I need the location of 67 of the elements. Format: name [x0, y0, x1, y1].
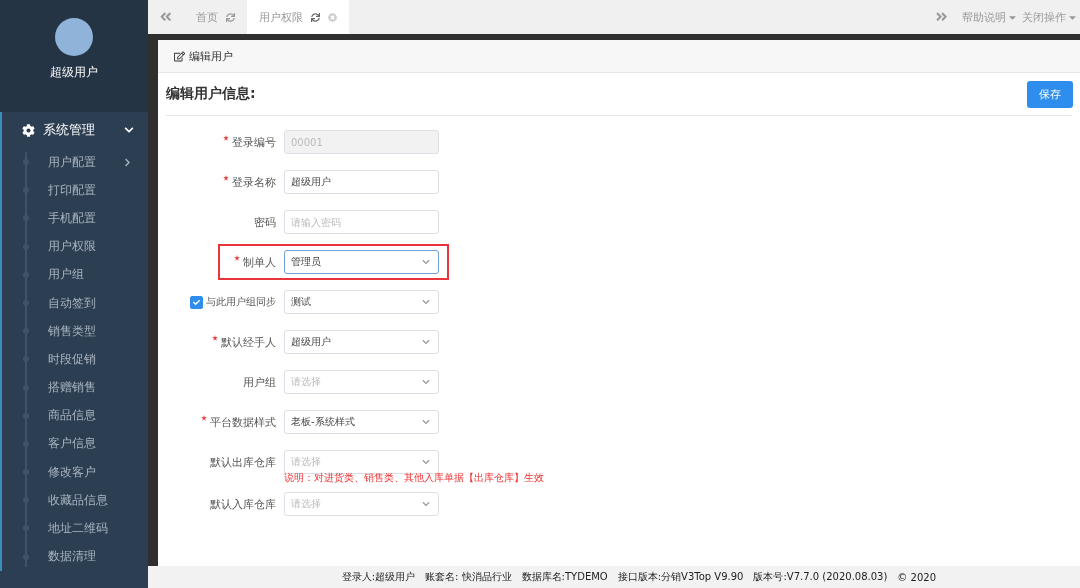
status-text: 数据库名:TYDEMO	[521, 570, 608, 584]
panel-title: 编辑用户	[189, 48, 233, 64]
double-left-icon	[159, 10, 173, 24]
chevron-down-icon	[422, 378, 430, 386]
refresh-icon[interactable]	[226, 12, 235, 22]
chevron-down-icon	[422, 500, 430, 508]
chevron-down-icon	[422, 298, 430, 306]
field-label: 制单人	[243, 254, 276, 270]
chevron-down-icon	[422, 258, 430, 266]
menu-item[interactable]: 数据清理	[2, 542, 148, 571]
field-label: 用户组	[243, 374, 276, 390]
menu-item[interactable]: 修改客户	[2, 458, 148, 487]
status-text: © 2020	[897, 571, 936, 583]
chevron-down-icon	[422, 458, 430, 466]
select-field[interactable]: 超级用户	[284, 330, 439, 354]
field-label: 默认出库仓库	[210, 454, 276, 470]
chevron-down-icon	[422, 338, 430, 346]
status-text: 版本号:V7.7.0 (2020.08.03)	[753, 570, 888, 584]
menu-item[interactable]: 客户信息	[2, 429, 148, 459]
menu-item[interactable]: 销售类型	[2, 317, 148, 346]
checkbox[interactable]	[190, 295, 203, 309]
gears-icon	[22, 123, 35, 137]
field-label: 默认经手人	[221, 334, 276, 350]
field-label: 登录编号	[232, 134, 276, 150]
chevron-down-icon	[124, 125, 134, 135]
menu-item[interactable]: 地址二维码	[2, 514, 148, 543]
required-asterisk-icon	[234, 254, 240, 261]
menu-item[interactable]: 用户配置	[2, 148, 148, 177]
menu-item[interactable]: 手机配置	[2, 204, 148, 233]
menu-item[interactable]: 用户权限	[2, 232, 148, 261]
menu-item[interactable]: 收藏品信息	[2, 486, 148, 515]
tab[interactable]: 用户权限	[247, 0, 349, 34]
avatar	[55, 18, 93, 56]
menu-item[interactable]: 搭赠销售	[2, 373, 148, 402]
menu-item[interactable]: 商品信息	[2, 401, 148, 430]
sync-checkbox[interactable]: 与此用户组同步	[190, 295, 276, 309]
required-asterisk-icon	[212, 334, 218, 341]
chevron-right-icon	[123, 157, 132, 167]
save-button[interactable]: 保存	[1027, 80, 1073, 108]
status-text: 接口版本:分销V3Top V9.90	[617, 570, 744, 584]
status-text: 账套名: 快消品行业	[425, 570, 512, 584]
required-asterisk-icon	[223, 134, 229, 141]
edit-icon	[174, 50, 185, 62]
status-text: 登录人:超级用户	[341, 570, 416, 584]
field-label: 登录名称	[232, 174, 276, 190]
chevron-down-icon	[422, 418, 430, 426]
required-asterisk-icon	[223, 174, 229, 181]
check-icon	[193, 298, 200, 306]
menu-item[interactable]: 打印配置	[2, 176, 148, 205]
user-name: 超级用户	[50, 64, 98, 81]
menu-item[interactable]: 时段促销	[2, 345, 148, 374]
form-title: 编辑用户信息:	[166, 85, 256, 103]
select-field[interactable]: 测试	[284, 290, 439, 314]
field-label: 平台数据样式	[210, 414, 276, 430]
menu-item[interactable]: 自动签到	[2, 288, 148, 318]
input-field[interactable]: 请输入密码	[284, 210, 439, 234]
input-field[interactable]: 超级用户	[284, 170, 439, 194]
note-text: 说明：对进货类、销售类、其他入库单据【出库仓库】生效	[284, 472, 544, 484]
refresh-icon[interactable]	[311, 12, 320, 22]
field-label: 默认入库仓库	[210, 496, 276, 512]
menu-item[interactable]: 用户组	[2, 260, 148, 289]
required-asterisk-icon	[201, 414, 207, 421]
close-icon[interactable]	[328, 12, 337, 22]
select-field[interactable]: 老板-系统样式	[284, 410, 439, 434]
field-label: 密码	[254, 214, 276, 230]
select-field[interactable]: 管理员	[284, 250, 439, 274]
double-right-icon	[935, 10, 949, 24]
